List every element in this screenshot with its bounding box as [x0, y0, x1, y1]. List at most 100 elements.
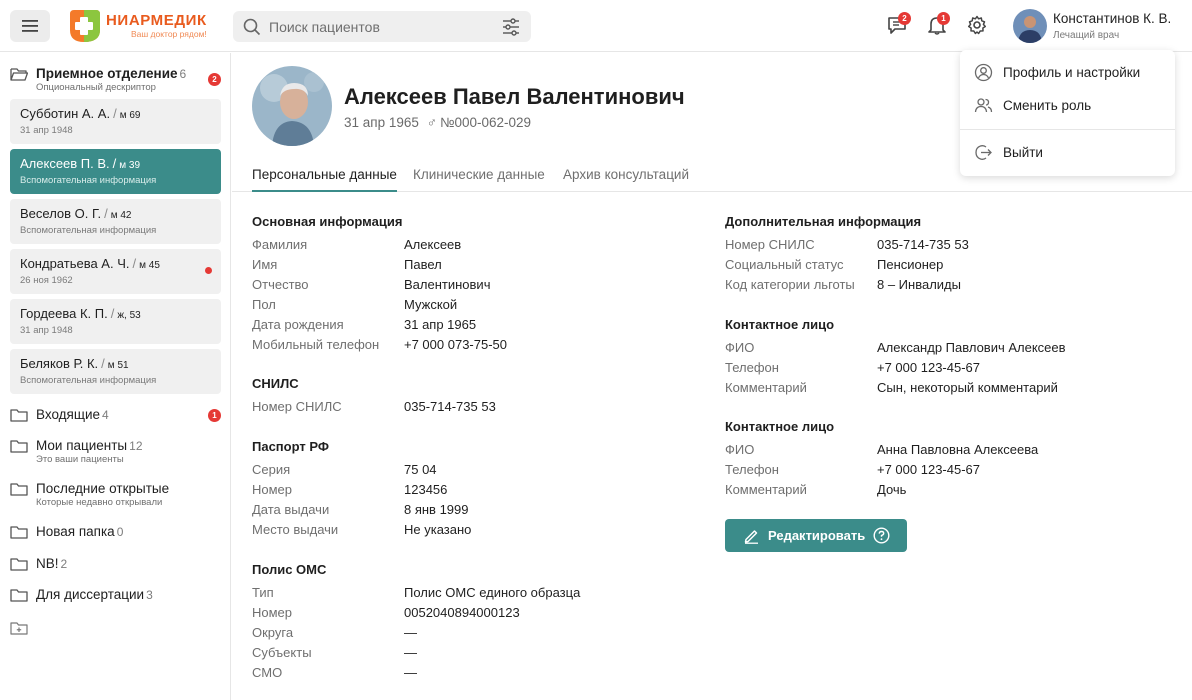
folder-nb[interactable]: NB! 2	[10, 556, 67, 572]
field-label: Телефон	[725, 462, 779, 477]
field-value: 75 04	[404, 462, 437, 477]
folder-icon	[10, 526, 28, 539]
field-label: Код категории льготы	[725, 277, 855, 292]
field-label: Округа	[252, 625, 294, 640]
logo-name: НИАРМЕДИК	[106, 11, 207, 29]
field-value: 035-714-735 53	[877, 237, 969, 252]
folder-name: Для диссертации	[36, 587, 145, 602]
field-value: Мужской	[404, 297, 458, 312]
patient-portrait	[252, 66, 332, 146]
tab-archive[interactable]: Архив консультаций	[563, 167, 689, 182]
top-bar: НИАРМЕДИК Ваш доктор рядом! 2 1 Констант…	[0, 0, 1192, 52]
user-role: Лечащий врач	[1053, 30, 1120, 41]
folder-reception[interactable]: Приемное отделение 6 Опциональный дескрип…	[10, 66, 186, 93]
menu-item-profile[interactable]: Профиль и настройки	[974, 63, 1140, 82]
patient-meta: ж, 53	[117, 310, 141, 321]
folder-name: Входящие	[36, 407, 101, 422]
patient-subtext: 26 ноя 1962	[20, 275, 73, 286]
folder-my-patients[interactable]: Мои пациенты 12 Это ваши пациенты	[10, 438, 143, 465]
logo[interactable]: НИАРМЕДИК Ваш доктор рядом!	[66, 8, 207, 44]
help-icon[interactable]	[873, 527, 890, 544]
folder-name: Мои пациенты	[36, 438, 128, 453]
folder-icon	[10, 440, 28, 453]
patient-subtext: Вспомогательная информация	[20, 375, 157, 386]
tab-personal[interactable]: Персональные данные	[252, 167, 397, 182]
menu-button[interactable]	[10, 10, 50, 42]
field-value: 8 янв 1999	[404, 502, 469, 517]
patient-name: Субботин А. А.	[20, 106, 111, 121]
field-label: ФИО	[725, 340, 755, 355]
field-value: Сын, некоторый комментарий	[877, 380, 1058, 395]
patient-card[interactable]: Гордеева К. П. / ж, 53 31 апр 1948	[10, 299, 221, 344]
search-input[interactable]	[269, 17, 489, 36]
logout-icon	[975, 145, 992, 160]
folder-icon	[10, 409, 28, 422]
patient-sidebar: Приемное отделение 6 Опциональный дескрип…	[0, 53, 231, 700]
edit-button[interactable]: Редактировать	[725, 519, 907, 552]
field-label: Комментарий	[725, 482, 807, 497]
user-name[interactable]: Константинов К. В.	[1053, 11, 1171, 26]
field-label: Фамилия	[252, 237, 308, 252]
folder-dissertation[interactable]: Для диссертации 3	[10, 587, 153, 603]
folder-count: 6	[179, 67, 187, 81]
folder-icon	[10, 483, 28, 496]
field-value: Александр Павлович Алексеев	[877, 340, 1066, 355]
menu-item-switch-role[interactable]: Сменить роль	[974, 96, 1091, 115]
field-value: Валентинович	[404, 277, 491, 292]
field-value: Дочь	[877, 482, 907, 497]
filter-icon[interactable]	[501, 17, 521, 37]
menu-item-logout[interactable]: Выйти	[974, 143, 1043, 162]
patient-card[interactable]: Веселов О. Г. / м 42 Вспомогательная инфор…	[10, 199, 221, 244]
notifications-button[interactable]: 1	[926, 12, 950, 38]
section-title-contact: Контактное лицо	[725, 419, 835, 434]
field-value: Павел	[404, 257, 442, 272]
tab-clinical[interactable]: Клинические данные	[413, 167, 545, 182]
search-box[interactable]	[233, 11, 531, 42]
gender-male-icon: ♂	[426, 115, 438, 130]
folder-name: Новая папка	[36, 524, 115, 539]
users-icon	[974, 98, 993, 113]
field-value: Не указано	[404, 522, 472, 537]
patient-meta-line: 31 апр 1965 ♂ №000-062-029	[344, 115, 531, 130]
field-label: Тип	[252, 585, 274, 600]
patient-card-number: №000-062-029	[440, 115, 532, 130]
patient-card-active[interactable]: Алексеев П. В. / м 39 Вспомогательная инфо…	[10, 149, 221, 194]
folder-description: Это ваши пациенты	[36, 454, 124, 465]
folder-name: Приемное отделение	[36, 66, 178, 81]
field-value: 31 апр 1965	[404, 317, 477, 332]
patient-card[interactable]: Беляков Р. К. / м 51 Вспомогательная инфор…	[10, 349, 221, 394]
add-folder-button[interactable]	[10, 620, 28, 636]
user-avatar[interactable]	[1013, 9, 1047, 43]
patient-subtext: 31 апр 1948	[20, 125, 73, 136]
profile-icon	[974, 63, 993, 82]
patient-photo	[252, 66, 332, 146]
search-icon	[243, 18, 261, 36]
folder-badge: 1	[208, 409, 221, 422]
field-label: Номер	[252, 605, 293, 620]
field-value: 035-714-735 53	[404, 399, 496, 414]
patient-subtext: Вспомогательная информация	[20, 175, 157, 186]
field-label: Номер СНИЛС	[725, 237, 815, 252]
menu-item-label: Профиль и настройки	[1003, 65, 1141, 80]
folder-name: Последние открытые	[36, 481, 170, 496]
menu-item-label: Сменить роль	[1003, 98, 1092, 113]
field-label: Социальный статус	[725, 257, 844, 272]
menu-item-label: Выйти	[1003, 145, 1043, 160]
field-label: Субъекты	[252, 645, 312, 660]
logo-mark-icon	[70, 10, 100, 42]
folder-count: 12	[129, 439, 143, 453]
patient-card[interactable]: Кондратьева А. Ч. / м 45 26 ноя 1962	[10, 249, 221, 294]
settings-button[interactable]	[966, 14, 990, 38]
field-label: СМО	[252, 665, 283, 680]
field-label: Место выдачи	[252, 522, 339, 537]
patient-name: Алексеев П. В.	[20, 156, 110, 171]
patient-card[interactable]: Субботин А. А. / м 69 31 апр 1948	[10, 99, 221, 144]
folder-open-icon	[10, 68, 28, 81]
messages-button[interactable]: 2	[886, 12, 911, 38]
field-value: +7 000 073-75-50	[404, 337, 508, 352]
folder-recent[interactable]: Последние открытые Которые недавно откры…	[10, 481, 169, 508]
field-value: Пенсионер	[877, 257, 944, 272]
folder-incoming[interactable]: Входящие 4	[10, 407, 109, 423]
folder-new[interactable]: Новая папка 0	[10, 524, 123, 540]
field-value: 8 – Инвалиды	[877, 277, 961, 292]
